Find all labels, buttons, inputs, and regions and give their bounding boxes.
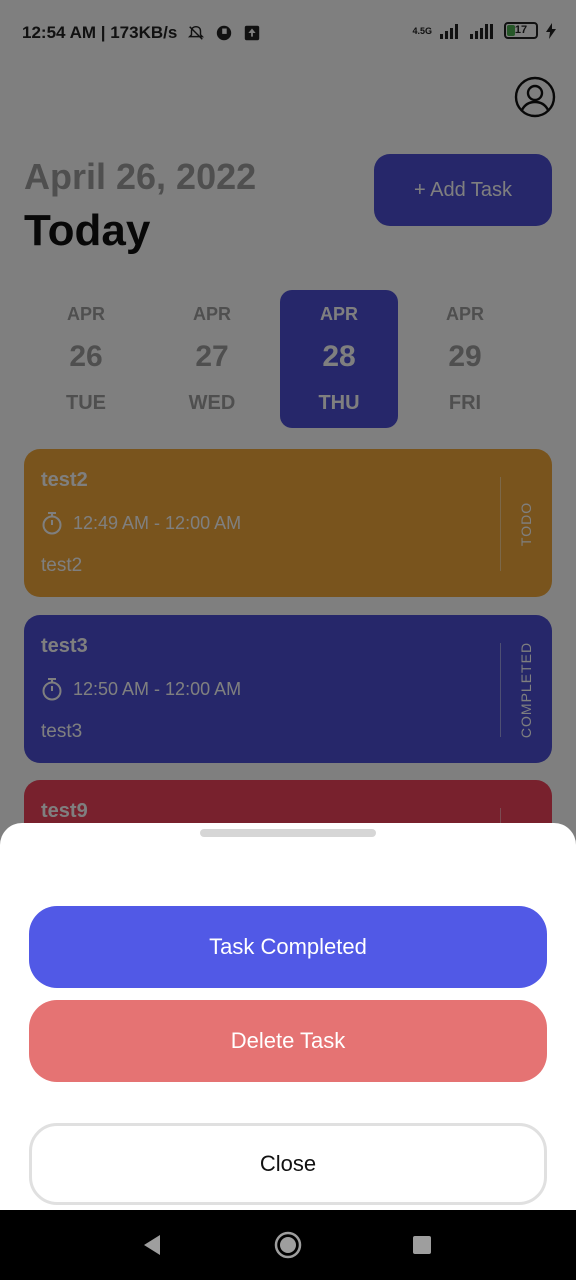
delete-task-button[interactable]: Delete Task [29, 1000, 547, 1082]
recent-apps-icon[interactable] [413, 1236, 431, 1254]
system-nav-bar [0, 1210, 576, 1280]
back-icon[interactable] [142, 1234, 162, 1256]
app-screen: 12:54 AM | 173KB/s 4.5G 17 April 26, 202… [0, 0, 576, 1210]
home-icon[interactable] [274, 1231, 302, 1259]
close-button[interactable]: Close [29, 1123, 547, 1205]
bottom-sheet: Task Completed Delete Task Close [0, 823, 576, 1210]
task-completed-button[interactable]: Task Completed [29, 906, 547, 988]
sheet-drag-handle[interactable] [200, 829, 376, 837]
